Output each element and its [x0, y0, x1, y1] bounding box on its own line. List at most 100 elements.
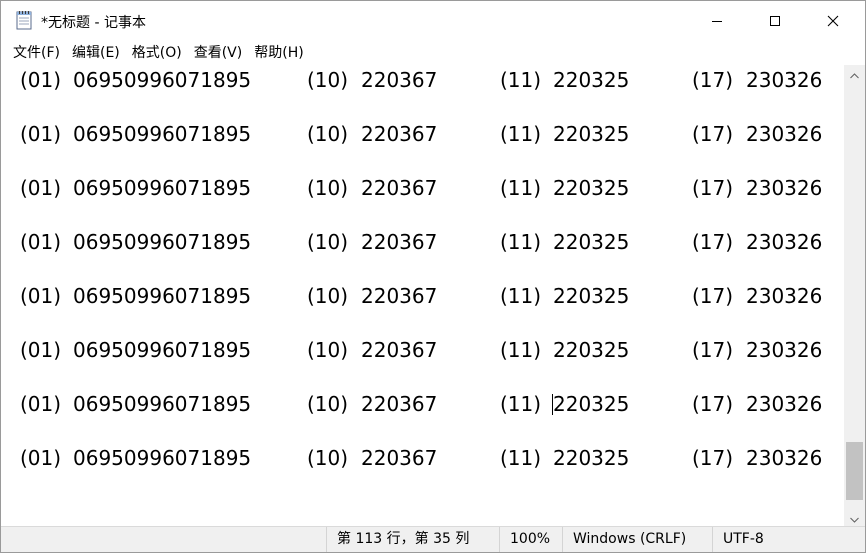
gtin-value: 06950996071895	[73, 284, 252, 308]
text-line[interactable]: (01) 06950996071895 (10) 220367 (11) 220…	[1, 119, 844, 149]
text-line[interactable]: (01) 06950996071895 (10) 220367 (11) 220…	[1, 227, 844, 257]
ai-code-17: (17)	[692, 176, 734, 200]
title-bar[interactable]: *无标题 - 记事本	[1, 1, 865, 41]
menu-help[interactable]: 帮助(H)	[248, 41, 309, 65]
expiry-date-value: 230326	[746, 68, 823, 92]
scroll-up-button[interactable]	[844, 65, 865, 82]
ai-code-17: (17)	[692, 284, 734, 308]
batch-value: 220367	[361, 338, 438, 362]
batch-value: 220367	[361, 122, 438, 146]
gtin-value: 06950996071895	[73, 446, 252, 470]
gtin-value: 06950996071895	[73, 230, 252, 254]
expiry-date-value: 230326	[746, 176, 823, 200]
ai-code-01: (01)	[20, 338, 62, 362]
close-button[interactable]	[804, 1, 862, 41]
ai-code-01: (01)	[20, 122, 62, 146]
status-bar: 第 113 行，第 35 列 100% Windows (CRLF) UTF-8	[1, 526, 865, 552]
maximize-icon	[769, 12, 781, 31]
batch-value: 220367	[361, 284, 438, 308]
ai-code-11: (11)	[500, 446, 542, 470]
ai-code-11: (11)	[500, 176, 542, 200]
ai-code-17: (17)	[692, 338, 734, 362]
ai-code-11: (11)	[500, 392, 542, 416]
ai-code-11: (11)	[500, 284, 542, 308]
notepad-icon	[15, 10, 33, 30]
ai-code-10: (10)	[307, 230, 349, 254]
scroll-thumb[interactable]	[846, 442, 863, 500]
ai-code-01: (01)	[20, 68, 62, 92]
cursor-position: 第 113 行，第 35 列	[326, 527, 499, 552]
window-title: *无标题 - 记事本	[41, 15, 146, 31]
notepad-window: *无标题 - 记事本 文件(F) 编辑(E) 格式(O) 查看(V) 帮助(H)	[0, 0, 866, 553]
ai-code-10: (10)	[307, 392, 349, 416]
production-date-value: 220325	[553, 284, 630, 308]
text-line[interactable]: (01) 06950996071895 (10) 220367 (11) 220…	[1, 335, 844, 365]
menu-format[interactable]: 格式(O)	[126, 41, 188, 65]
batch-value: 220367	[361, 446, 438, 470]
ai-code-01: (01)	[20, 176, 62, 200]
production-date-value: 220325	[553, 446, 630, 470]
ai-code-11: (11)	[500, 68, 542, 92]
expiry-date-value: 230326	[746, 230, 823, 254]
scroll-down-button[interactable]	[844, 509, 865, 526]
ai-code-01: (01)	[20, 446, 62, 470]
menu-edit[interactable]: 编辑(E)	[66, 41, 126, 65]
maximize-button[interactable]	[746, 1, 804, 41]
ai-code-11: (11)	[500, 338, 542, 362]
minimize-icon	[711, 12, 723, 31]
batch-value: 220367	[361, 176, 438, 200]
text-line[interactable]: (01) 06950996071895 (10) 220367 (11) 220…	[1, 65, 844, 95]
ai-code-01: (01)	[20, 392, 62, 416]
gtin-value: 06950996071895	[73, 392, 252, 416]
encoding: UTF-8	[712, 527, 865, 552]
ai-code-10: (10)	[307, 176, 349, 200]
text-editor[interactable]: (01) 06950996071895 (10) 220367 (11) 220…	[1, 65, 844, 526]
ai-code-11: (11)	[500, 122, 542, 146]
ai-code-01: (01)	[20, 230, 62, 254]
production-date-value: 220325	[553, 230, 630, 254]
minimize-button[interactable]	[688, 1, 746, 41]
production-date-value: 220325	[553, 176, 630, 200]
ai-code-10: (10)	[307, 284, 349, 308]
ai-code-17: (17)	[692, 230, 734, 254]
close-icon	[827, 12, 839, 31]
chevron-up-icon	[850, 64, 859, 83]
expiry-date-value: 230326	[746, 338, 823, 362]
gtin-value: 06950996071895	[73, 122, 252, 146]
ai-code-10: (10)	[307, 446, 349, 470]
line-ending: Windows (CRLF)	[562, 527, 712, 552]
menu-file[interactable]: 文件(F)	[7, 41, 66, 65]
expiry-date-value: 230326	[746, 392, 823, 416]
gtin-value: 06950996071895	[73, 68, 252, 92]
expiry-date-value: 230326	[746, 122, 823, 146]
text-line[interactable]: (01) 06950996071895 (10) 220367 (11) 220…	[1, 389, 844, 419]
ai-code-17: (17)	[692, 446, 734, 470]
production-date-value: 220325	[553, 68, 630, 92]
gtin-value: 06950996071895	[73, 338, 252, 362]
chevron-down-icon	[850, 508, 859, 527]
text-line[interactable]: (01) 06950996071895 (10) 220367 (11) 220…	[1, 443, 844, 473]
ai-code-10: (10)	[307, 68, 349, 92]
ai-code-17: (17)	[692, 122, 734, 146]
vertical-scrollbar[interactable]	[844, 65, 865, 526]
batch-value: 220367	[361, 230, 438, 254]
gtin-value: 06950996071895	[73, 176, 252, 200]
batch-value: 220367	[361, 392, 438, 416]
ai-code-10: (10)	[307, 338, 349, 362]
ai-code-17: (17)	[692, 68, 734, 92]
text-line[interactable]: (01) 06950996071895 (10) 220367 (11) 220…	[1, 173, 844, 203]
production-date-value: 220325	[553, 392, 630, 416]
expiry-date-value: 230326	[746, 446, 823, 470]
ai-code-17: (17)	[692, 392, 734, 416]
production-date-value: 220325	[553, 338, 630, 362]
text-line[interactable]: (01) 06950996071895 (10) 220367 (11) 220…	[1, 281, 844, 311]
ai-code-10: (10)	[307, 122, 349, 146]
zoom-level: 100%	[499, 527, 562, 552]
ai-code-01: (01)	[20, 284, 62, 308]
menu-view[interactable]: 查看(V)	[188, 41, 249, 65]
expiry-date-value: 230326	[746, 284, 823, 308]
ai-code-11: (11)	[500, 230, 542, 254]
batch-value: 220367	[361, 68, 438, 92]
menu-bar: 文件(F) 编辑(E) 格式(O) 查看(V) 帮助(H)	[1, 41, 865, 65]
production-date-value: 220325	[553, 122, 630, 146]
